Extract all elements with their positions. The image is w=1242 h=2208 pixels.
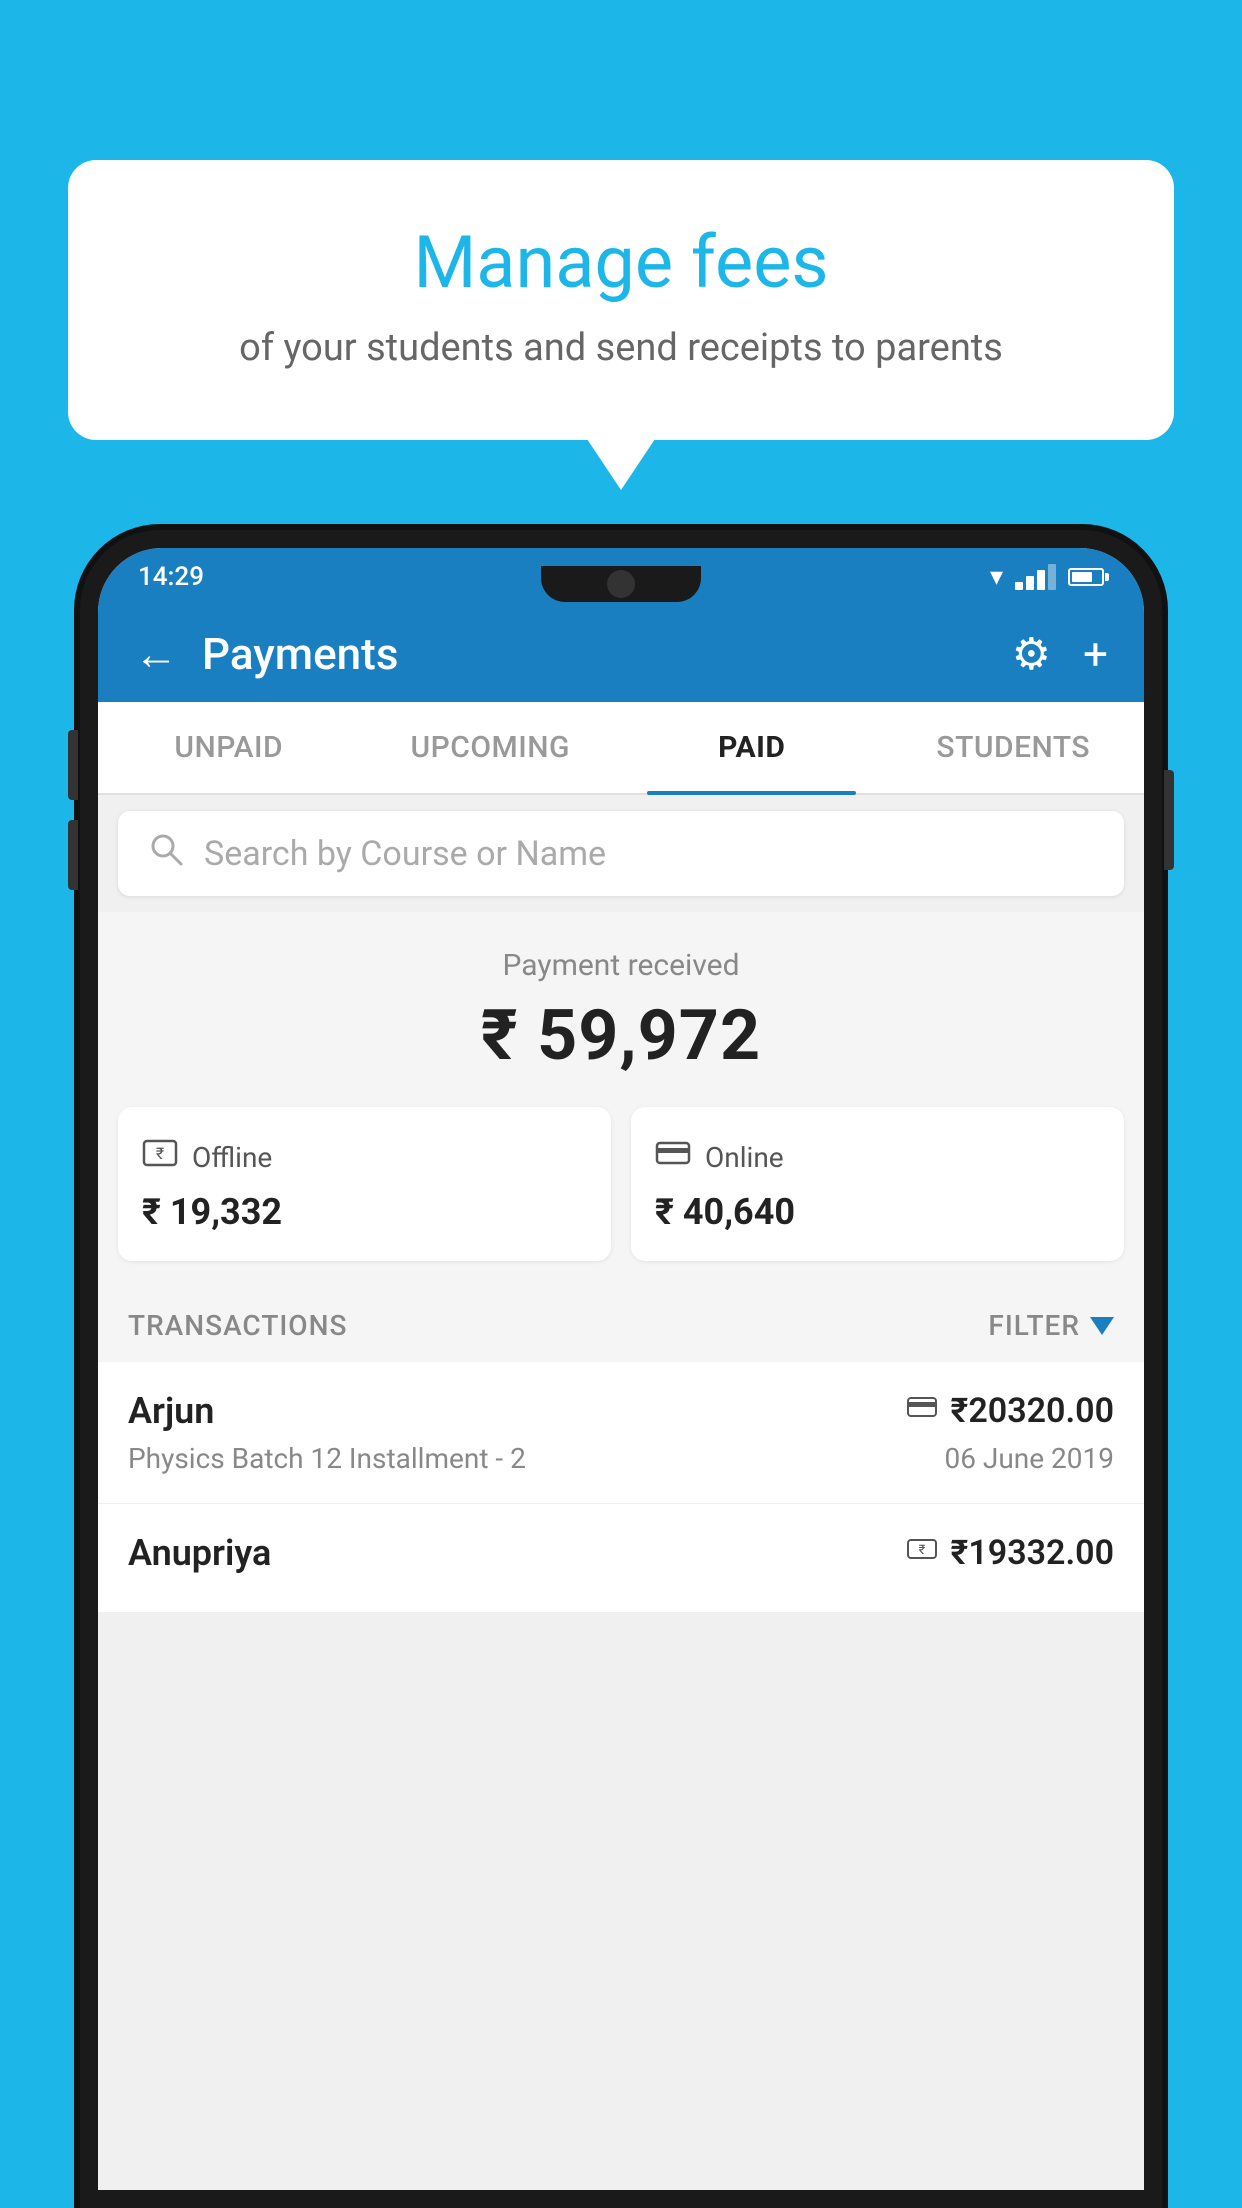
speech-bubble: Manage fees of your students and send re… [68,160,1174,440]
payment-type-icon [907,1392,937,1430]
tab-students[interactable]: STUDENTS [883,702,1145,793]
front-camera [607,570,635,598]
speech-bubble-title: Manage fees [108,220,1134,306]
search-input[interactable]: Search by Course or Name [204,834,1094,874]
student-name: Anupriya [128,1532,271,1574]
filter-label: FILTER [988,1309,1080,1342]
payment-type-icon: ₹ [907,1534,937,1572]
transaction-list: Arjun ₹20320.00 Physics Batch 12 Install… [98,1362,1144,1613]
transaction-amount: ₹19332.00 [951,1533,1114,1573]
amount-row: ₹ ₹19332.00 [907,1533,1114,1573]
transaction-amount: ₹20320.00 [951,1391,1114,1431]
phone-screen: 14:29 ▾ ← Payments [98,548,1144,2190]
time-display: 14:29 [138,562,204,592]
payment-received-section: Payment received ₹ 59,972 [98,912,1144,1107]
tab-paid[interactable]: PAID [621,702,883,793]
phone-notch [541,566,701,602]
filter-icon [1090,1317,1114,1335]
online-label: Online [705,1141,784,1174]
volume-down-button[interactable] [68,820,78,890]
wifi-icon: ▾ [990,562,1003,592]
transaction-bottom: Physics Batch 12 Installment - 2 06 June… [128,1442,1114,1475]
transaction-row[interactable]: Arjun ₹20320.00 Physics Batch 12 Install… [98,1362,1144,1504]
power-button[interactable] [1164,770,1174,870]
offline-card: ₹ Offline ₹ 19,332 [118,1107,611,1261]
tab-upcoming[interactable]: UPCOMING [360,702,622,793]
app-bar-icons: ⚙ + [1012,628,1108,680]
status-icons: ▾ [990,562,1104,592]
online-icon [655,1135,691,1179]
transaction-top: Arjun ₹20320.00 [128,1390,1114,1432]
transactions-label: TRANSACTIONS [128,1309,347,1342]
search-bar[interactable]: Search by Course or Name [118,811,1124,896]
online-amount: ₹ 40,640 [655,1191,1100,1233]
tab-bar: UNPAID UPCOMING PAID STUDENTS [98,702,1144,795]
offline-icon: ₹ [142,1135,178,1179]
app-bar-title: Payments [202,628,988,680]
settings-button[interactable]: ⚙ [1012,628,1051,680]
back-button[interactable]: ← [134,628,178,680]
battery-icon [1068,568,1104,586]
add-button[interactable]: + [1083,628,1108,680]
transaction-top: Anupriya ₹ ₹19332.00 [128,1532,1114,1574]
search-icon [148,831,184,876]
transaction-date: 06 June 2019 [944,1442,1114,1475]
filter-button[interactable]: FILTER [988,1309,1114,1342]
signal-icon [1015,564,1056,590]
transaction-row[interactable]: Anupriya ₹ ₹19332.00 [98,1504,1144,1613]
speech-bubble-subtitle: of your students and send receipts to pa… [108,326,1134,370]
payment-cards-row: ₹ Offline ₹ 19,332 Online [98,1107,1144,1289]
offline-amount: ₹ 19,332 [142,1191,587,1233]
amount-row: ₹20320.00 [907,1391,1114,1431]
transactions-header: TRANSACTIONS FILTER [98,1289,1144,1362]
volume-up-button[interactable] [68,730,78,800]
app-bar: ← Payments ⚙ + [98,606,1144,702]
payment-received-amount: ₹ 59,972 [118,995,1124,1077]
svg-text:₹: ₹ [156,1144,164,1163]
tab-unpaid[interactable]: UNPAID [98,702,360,793]
online-card: Online ₹ 40,640 [631,1107,1124,1261]
online-card-top: Online [655,1135,1100,1179]
course-name: Physics Batch 12 Installment - 2 [128,1442,526,1475]
payment-received-label: Payment received [118,948,1124,983]
phone-frame: 14:29 ▾ ← Payments [80,530,1162,2208]
offline-label: Offline [192,1141,272,1174]
offline-card-top: ₹ Offline [142,1135,587,1179]
student-name: Arjun [128,1390,214,1432]
svg-text:₹: ₹ [918,1543,925,1558]
